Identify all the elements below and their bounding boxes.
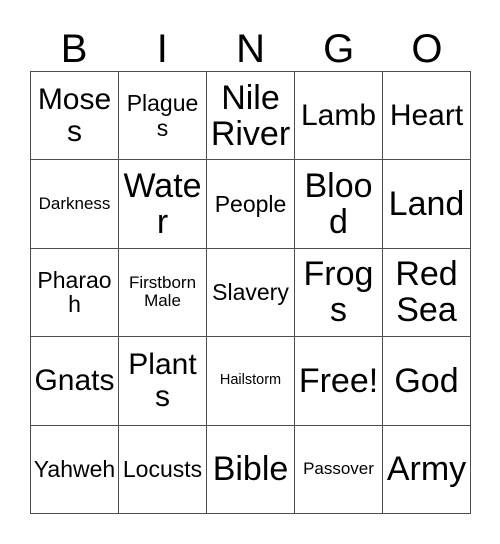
bingo-cell[interactable]: Free! [295,337,383,426]
bingo-cell[interactable]: Plagues [119,72,207,161]
bingo-cell[interactable]: Gnats [31,337,119,426]
bingo-cell-label: Yahweh [33,456,116,483]
bingo-cell-label: Blood [304,167,373,242]
bingo-cell-label: Plagues [126,90,199,141]
bingo-cell-label: Hailstorm [219,372,282,389]
bingo-cell[interactable]: People [207,160,295,249]
bingo-cell[interactable]: Blood [295,160,383,249]
bingo-cell-label: Frogs [303,255,374,330]
bingo-cell-label: Free! [298,361,379,400]
bingo-grid: Moses Plagues Nile River Lamb Heart Dark… [30,71,471,514]
bingo-cell-label: God [394,361,459,400]
bingo-cell-label: Red Sea [395,255,458,330]
bingo-cell-label: Land [388,185,465,224]
bingo-cell-label: Firstborn Male [128,273,197,311]
bingo-cell-label: Nile River [210,78,291,153]
bingo-cell[interactable]: Bible [207,425,295,514]
bingo-cell[interactable]: Slavery [207,248,295,338]
bingo-cell[interactable]: Nile River [207,72,295,161]
bingo-cell[interactable]: Locusts [119,425,207,514]
bingo-cell[interactable]: Yahweh [31,425,119,514]
bingo-header-letter-n: N [236,27,265,71]
bingo-header-letter-g: G [323,27,355,71]
bingo-cell-label: Slavery [212,279,289,306]
bingo-cell[interactable]: Passover [295,425,383,514]
bingo-cell-label: Locusts [122,456,203,483]
bingo-cell-label: Darkness [38,194,111,214]
bingo-cell-label: Water [123,167,202,242]
bingo-cell[interactable]: Heart [383,72,471,161]
bingo-cell[interactable]: Lamb [295,72,383,161]
bingo-cell[interactable]: Firstborn Male [119,248,207,338]
bingo-cell-label: Heart [389,98,464,132]
bingo-cell[interactable]: Red Sea [383,248,471,338]
bingo-cell[interactable]: Frogs [295,248,383,338]
bingo-cell[interactable]: Hailstorm [207,337,295,426]
bingo-cell[interactable]: Darkness [31,160,119,249]
bingo-cell-label: Lamb [300,98,377,132]
bingo-cell[interactable]: Land [383,160,471,249]
bingo-cell-label: Moses [37,82,112,148]
bingo-header-row: B I N G O [30,18,471,71]
bingo-cell-label: Bible [212,450,289,489]
bingo-header-letter-i: I [156,27,168,71]
bingo-cell[interactable]: God [383,337,471,426]
bingo-header-letter-b: B [60,27,88,71]
bingo-cell-label: Passover [303,459,374,479]
bingo-cell[interactable]: Water [119,160,207,249]
bingo-cell[interactable]: Army [383,425,471,514]
bingo-cell-label: Army [386,450,467,489]
bingo-cell[interactable]: Plants [119,337,207,426]
bingo-cell-label: People [214,190,287,217]
bingo-header-letter-o: O [411,27,443,71]
bingo-cell-label: Pharaoh [37,267,112,318]
bingo-cell-label: Gnats [34,363,115,397]
bingo-cell[interactable]: Moses [31,72,119,161]
bingo-card: B I N G O Moses Plagues Nile River Lamb … [0,0,500,544]
bingo-cell-label: Plants [128,348,197,413]
bingo-cell[interactable]: Pharaoh [31,248,119,338]
